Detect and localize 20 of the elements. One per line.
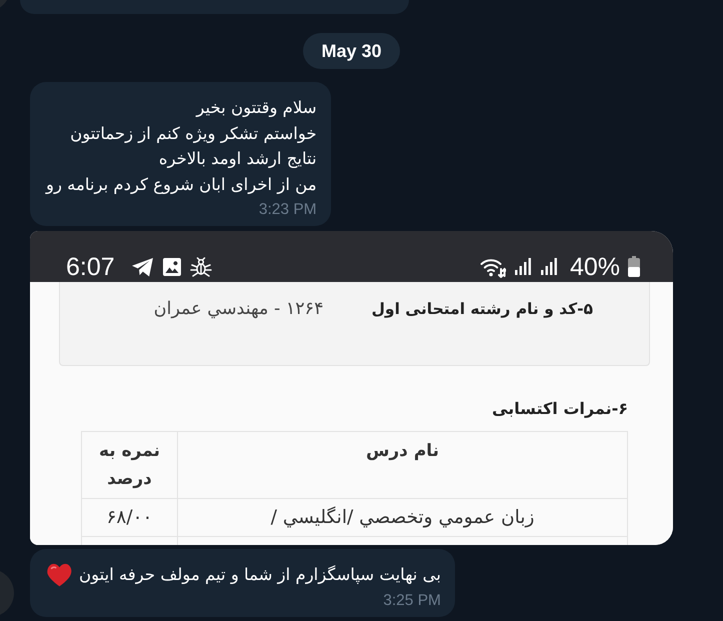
column-header: نمره به درصد — [82, 432, 178, 498]
section-title: ۶-نمرات اکتسابی — [492, 398, 628, 420]
table-cell: ۶۸/۰۰ — [82, 498, 178, 536]
status-time: 6:07 — [66, 252, 115, 280]
message-time: 3:23 PM — [258, 200, 317, 220]
date-label: May 30 — [303, 33, 400, 69]
table-cell: زبان عمومي وتخصصي /انگليسي / — [178, 498, 628, 536]
column-header: نام درس — [178, 432, 628, 498]
battery-percent: 40% — [570, 252, 620, 280]
bug-icon — [190, 256, 212, 276]
paper-plane-icon — [130, 256, 154, 276]
battery-icon — [628, 256, 640, 277]
message-text: سلام وقتتون بخیر خواستم تشکر ویژه کنم از زحماتتون نتایج ارشد اومد بالاخره من از اخرای ابان شروع کردم برنامه رو — [46, 97, 317, 196]
message-time: 3:25 PM — [383, 590, 441, 610]
field-label: ۵-کد و نام رشته امتحانی اول — [371, 299, 593, 320]
signal-icon — [514, 258, 532, 275]
signal-icon — [540, 258, 558, 275]
field-value: ۱۲۶۴ - مهندسي عمران — [154, 298, 324, 321]
message-text: بی نهایت سپاسگزارم از شما و تیم مولف حرفه ایتون — [79, 564, 441, 586]
image-icon — [162, 256, 182, 276]
